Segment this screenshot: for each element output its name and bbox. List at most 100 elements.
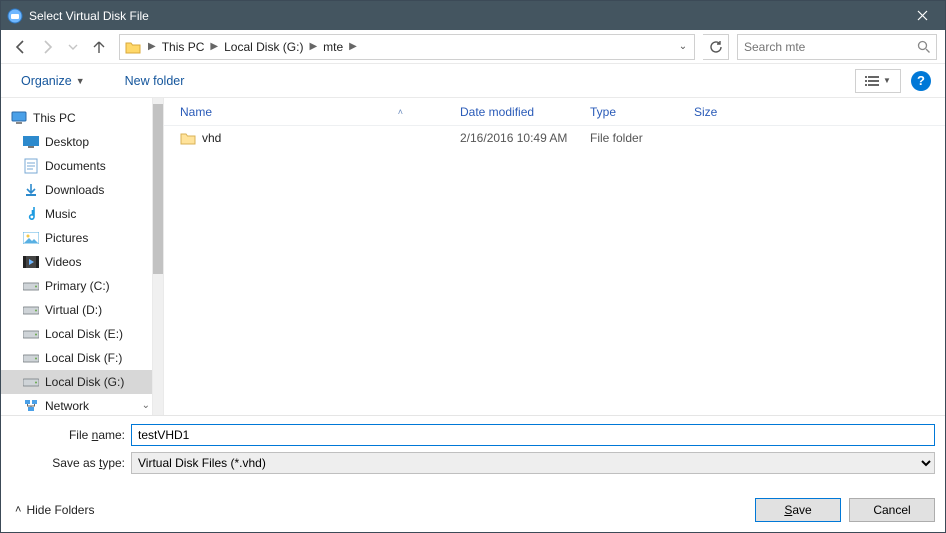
column-headers: Name ˄ Date modified Type Size	[164, 98, 945, 126]
dialog-footer: File name: Save as type: Virtual Disk Fi…	[1, 415, 945, 532]
recent-locations-button[interactable]	[61, 35, 85, 59]
folder-icon	[124, 38, 142, 56]
navigation-tree[interactable]: This PC Desktop Documents Downloads Music Pi…	[1, 98, 153, 415]
hide-folders-label: Hide Folders	[26, 503, 94, 517]
nav-item-label: Downloads	[45, 183, 104, 197]
sort-indicator-icon: ˄	[398, 107, 443, 117]
save-button[interactable]: Save	[755, 498, 841, 522]
address-dropdown-icon[interactable]: ⌄	[674, 41, 692, 52]
nav-item[interactable]: Primary (C:)	[1, 274, 152, 298]
nav-item[interactable]: Documents	[1, 154, 152, 178]
nav-item[interactable]: Music	[1, 202, 152, 226]
dialog-body: This PC Desktop Documents Downloads Music Pi…	[1, 98, 945, 415]
forward-button[interactable]	[35, 35, 59, 59]
toolbar: Organize ▼ New folder ▼ ?	[1, 64, 945, 98]
chevron-down-icon: ▼	[76, 76, 85, 86]
nav-item-label: Pictures	[45, 231, 88, 245]
nav-item-label: Desktop	[45, 135, 89, 149]
drive-icon	[23, 374, 39, 390]
organize-label: Organize	[21, 74, 72, 88]
view-icon	[865, 75, 879, 87]
breadcrumb-item[interactable]: This PC	[158, 38, 209, 56]
nav-item-label: Local Disk (E:)	[45, 327, 123, 341]
cancel-button[interactable]: Cancel	[849, 498, 935, 522]
footer-actions: ˄ Hide Folders Save Cancel	[11, 480, 935, 522]
chevron-down-icon[interactable]: ⌄	[142, 400, 150, 411]
column-header-type[interactable]: Type	[582, 101, 686, 123]
chevron-right-icon[interactable]: ▶	[208, 41, 220, 52]
file-dialog-window: Select Virtual Disk File ▶ This PC ▶ Loc…	[0, 0, 946, 533]
nav-item-label: Network	[45, 399, 89, 413]
app-icon	[7, 8, 23, 24]
nav-item-label: Documents	[45, 159, 106, 173]
search-box[interactable]	[737, 34, 937, 60]
file-row[interactable]: vhd 2/16/2016 10:49 AMFile folder	[164, 126, 945, 150]
file-name: vhd	[202, 131, 221, 145]
column-header-date[interactable]: Date modified	[452, 101, 582, 123]
nav-item[interactable]: Virtual (D:)	[1, 298, 152, 322]
chevron-right-icon[interactable]: ▶	[347, 41, 359, 52]
filename-label: File name:	[11, 428, 131, 442]
file-list-pane: Name ˄ Date modified Type Size vhd 2/16/2…	[164, 98, 945, 415]
nav-item-label: Virtual (D:)	[45, 303, 102, 317]
organize-button[interactable]: Organize ▼	[15, 70, 91, 92]
saveastype-row: Save as type: Virtual Disk Files (*.vhd)	[11, 452, 935, 474]
doc-icon	[23, 158, 39, 174]
download-icon	[23, 182, 39, 198]
chevron-right-icon[interactable]: ▶	[146, 41, 158, 52]
hide-folders-button[interactable]: ˄ Hide Folders	[11, 503, 94, 517]
nav-item-label: Videos	[45, 255, 81, 269]
refresh-button[interactable]	[703, 34, 729, 60]
nav-scrollbar[interactable]	[153, 98, 164, 415]
filename-row: File name:	[11, 424, 935, 446]
navigation-bar: ▶ This PC ▶ Local Disk (G:) ▶ mte ▶ ⌄	[1, 30, 945, 64]
new-folder-label: New folder	[125, 74, 185, 88]
folder-icon	[180, 132, 196, 145]
desktop-icon	[23, 134, 39, 150]
nav-item[interactable]: Pictures	[1, 226, 152, 250]
nav-item[interactable]: Videos	[1, 250, 152, 274]
drive-icon	[23, 302, 39, 318]
chevron-down-icon: ▼	[883, 76, 891, 85]
chevron-right-icon[interactable]: ▶	[307, 41, 319, 52]
search-icon[interactable]	[917, 40, 930, 53]
music-icon	[23, 206, 39, 222]
column-header-name[interactable]: Name ˄	[172, 101, 452, 123]
saveastype-label: Save as type:	[11, 456, 131, 470]
nav-item[interactable]: Desktop	[1, 130, 152, 154]
view-options-button[interactable]: ▼	[855, 69, 901, 93]
nav-item[interactable]: Network	[1, 394, 152, 415]
breadcrumb-item[interactable]: Local Disk (G:)	[220, 38, 307, 56]
nav-item-label: Music	[45, 207, 76, 221]
search-input[interactable]	[744, 40, 917, 54]
window-title: Select Virtual Disk File	[29, 9, 900, 23]
breadcrumb-item[interactable]: mte	[319, 38, 347, 56]
nav-root-label: This PC	[33, 111, 76, 125]
nav-item[interactable]: Local Disk (G:)	[1, 370, 152, 394]
scrollbar-thumb[interactable]	[153, 104, 163, 274]
nav-item[interactable]: Local Disk (F:)	[1, 346, 152, 370]
nav-item-label: Local Disk (G:)	[45, 375, 124, 389]
picture-icon	[23, 230, 39, 246]
close-button[interactable]	[900, 1, 945, 30]
saveastype-select[interactable]: Virtual Disk Files (*.vhd)	[131, 452, 935, 474]
nav-item[interactable]: Downloads	[1, 178, 152, 202]
new-folder-button[interactable]: New folder	[119, 70, 191, 92]
computer-icon	[11, 110, 27, 126]
filename-input[interactable]	[131, 424, 935, 446]
chevron-up-icon: ˄	[15, 504, 21, 516]
back-button[interactable]	[9, 35, 33, 59]
drive-icon	[23, 350, 39, 366]
file-type: File folder	[582, 131, 686, 145]
file-date: 2/16/2016 10:49 AM	[452, 131, 582, 145]
nav-root-this-pc[interactable]: This PC	[1, 106, 152, 130]
nav-item-label: Primary (C:)	[45, 279, 110, 293]
network-icon	[23, 398, 39, 414]
nav-item[interactable]: Local Disk (E:)	[1, 322, 152, 346]
help-button[interactable]: ?	[911, 71, 931, 91]
titlebar: Select Virtual Disk File	[1, 1, 945, 30]
address-bar[interactable]: ▶ This PC ▶ Local Disk (G:) ▶ mte ▶ ⌄	[119, 34, 695, 60]
column-header-size[interactable]: Size	[686, 101, 776, 123]
video-icon	[23, 254, 39, 270]
up-button[interactable]	[87, 35, 111, 59]
